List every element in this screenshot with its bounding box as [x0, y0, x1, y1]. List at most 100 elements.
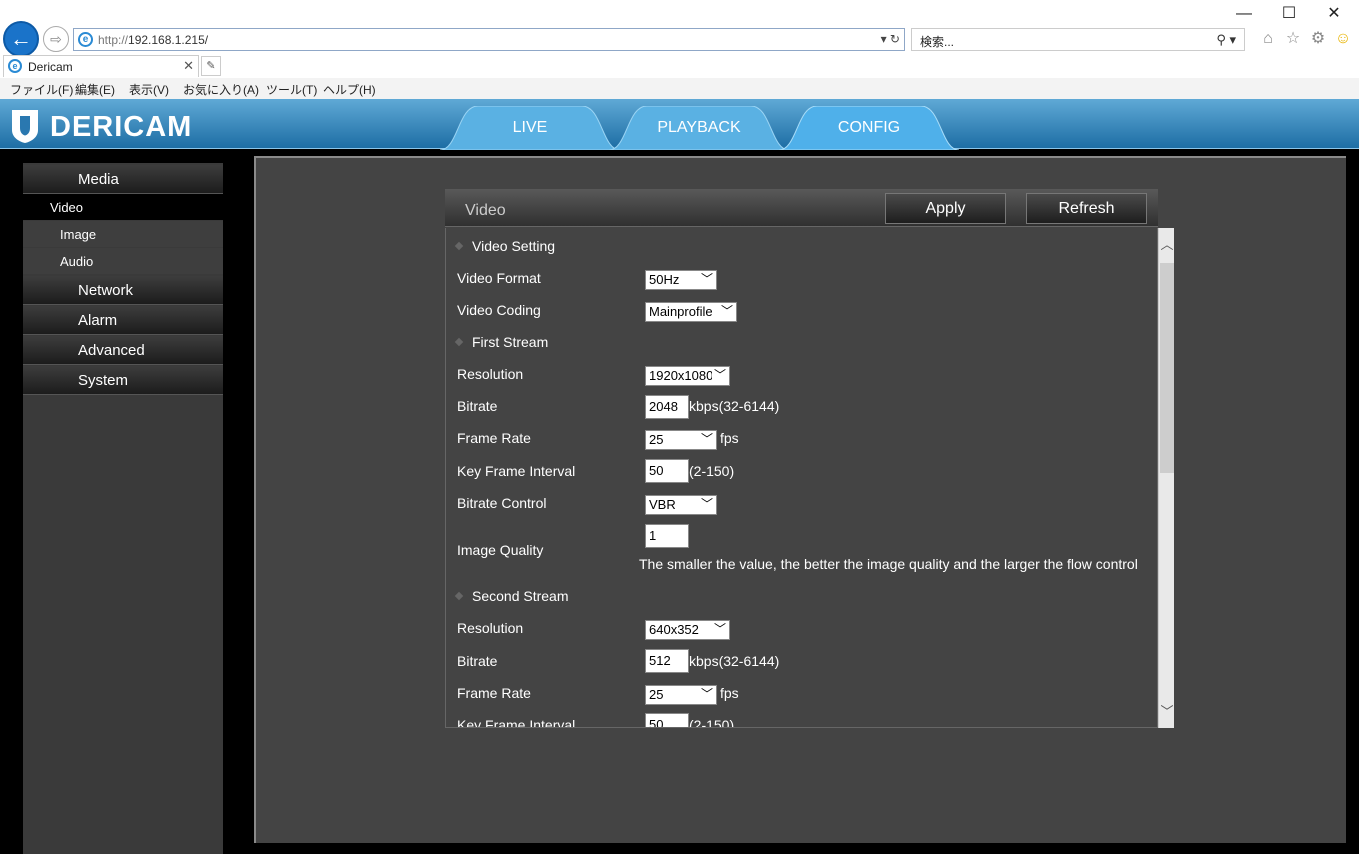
address-bar[interactable]: e http://192.168.1.215/ ▾ ↻ [73, 28, 905, 51]
second-framerate-select[interactable]: 25 ﹀ [645, 685, 717, 705]
tab-config[interactable]: CONFIG [779, 106, 959, 150]
sidebar-item-label: Advanced [78, 342, 145, 359]
arrow-left-icon: ← [10, 26, 32, 51]
second-keyframe-input[interactable]: 50 [645, 713, 689, 727]
field-label: Image Quality [457, 542, 544, 558]
sidebar-item-label: System [78, 372, 129, 389]
favorites-star-icon[interactable]: ☆ [1283, 29, 1303, 49]
field-unit: kbps(32-6144) [689, 398, 780, 414]
back-button[interactable]: ← [3, 21, 39, 57]
panel-title: Video [465, 202, 506, 219]
video-format-select[interactable]: 50Hz ﹀ [645, 270, 717, 290]
sidebar-item-advanced[interactable]: Advanced [23, 336, 223, 365]
new-tab-button[interactable]: ✎ [201, 56, 221, 76]
app-header: DERICAM LIVE PLAYBACK CONFIG [0, 99, 1359, 150]
bullet-icon [454, 591, 464, 601]
sidebar-item-media[interactable]: Media [23, 165, 223, 194]
config-main-area: Video Apply Refresh Video Setting Video … [254, 156, 1346, 843]
home-icon[interactable]: ⌂ [1258, 29, 1278, 49]
menu-view[interactable]: 表示(V) [129, 81, 169, 98]
first-keyframe-input[interactable]: 50 [645, 459, 689, 483]
search-input[interactable]: 検索... ⚲ ▾ [911, 28, 1245, 51]
first-resolution-select[interactable]: 1920x1080 ﹀ [645, 366, 730, 386]
tab-playback-label: PLAYBACK [657, 119, 741, 136]
image-quality-hint: The smaller the value, the better the im… [639, 556, 1138, 572]
field-unit: (2-150) [689, 463, 735, 479]
menu-file[interactable]: ファイル(F) [10, 81, 73, 98]
url-host: 192.168.1.215/ [128, 33, 209, 47]
sidebar-item-alarm[interactable]: Alarm [23, 306, 223, 335]
menu-tools[interactable]: ツール(T) [266, 81, 317, 98]
chevron-up-icon[interactable]: ︿ [1159, 234, 1175, 253]
field-label: Key Frame Interval [457, 463, 576, 479]
field-unit: kbps(32-6144) [689, 653, 780, 669]
field-label: Frame Rate [457, 430, 531, 446]
close-tab-icon[interactable]: ✕ [183, 58, 194, 74]
search-icon[interactable]: ⚲ ▾ [1216, 32, 1236, 48]
form-scrollbar[interactable]: ︿ ﹀ [1158, 228, 1174, 728]
dericam-logo-icon [12, 110, 38, 143]
second-resolution-select[interactable]: 640x352 ﹀ [645, 620, 730, 640]
field-unit: (2-150) [689, 717, 735, 728]
field-unit: fps [720, 685, 739, 701]
field-label: Frame Rate [457, 685, 531, 701]
logo-text: DERICAM [50, 111, 193, 143]
scrollbar-thumb[interactable] [1160, 263, 1174, 473]
field-label: Resolution [457, 366, 524, 382]
video-settings-form: Video Setting Video Format 50Hz ﹀ Video C… [445, 228, 1158, 728]
refresh-button[interactable]: Refresh [1026, 193, 1147, 224]
field-label: Bitrate [457, 653, 498, 669]
panel-header: Video Apply Refresh [445, 189, 1158, 227]
sidebar-item-network[interactable]: Network [23, 276, 223, 305]
chevron-down-icon: ﹀ [700, 497, 713, 511]
browser-tab[interactable]: e Dericam ✕ [3, 55, 199, 77]
sidebar-item-video[interactable]: Video [23, 194, 223, 220]
sidebar-item-system[interactable]: System [23, 366, 223, 395]
gear-icon[interactable]: ⚙ [1308, 29, 1328, 49]
select-value: 25 [649, 687, 664, 702]
select-value: 25 [649, 432, 664, 447]
maximize-button[interactable]: ☐ [1278, 4, 1300, 24]
first-framerate-select[interactable]: 25 ﹀ [645, 430, 717, 450]
field-label: Resolution [457, 620, 524, 636]
feedback-smiley-icon[interactable]: ☺ [1333, 29, 1353, 49]
menu-edit[interactable]: 編集(E) [75, 81, 115, 98]
bitrate-control-select[interactable]: VBR ﹀ [645, 495, 717, 515]
chevron-down-icon[interactable]: ﹀ [1159, 701, 1175, 720]
apply-button[interactable]: Apply [885, 193, 1006, 224]
tab-live[interactable]: LIVE [440, 106, 620, 150]
address-url: http://192.168.1.215/ [98, 33, 208, 47]
menu-bar: ファイル(F) 編集(E) 表示(V) お気に入り(A) ツール(T) ヘルプ(… [0, 78, 1359, 99]
sidebar-item-label: Audio [60, 254, 94, 269]
image-quality-input[interactable]: 1 [645, 524, 689, 548]
field-label: Bitrate Control [457, 495, 547, 511]
arrow-right-icon: ⇨ [50, 31, 62, 47]
chevron-down-icon: ﹀ [713, 622, 726, 636]
sidebar-item-label: Image [60, 227, 97, 242]
close-window-button[interactable]: ✕ [1323, 4, 1345, 24]
field-label: Video Coding [457, 302, 541, 318]
url-protocol: http:// [98, 33, 129, 47]
ie-icon: e [8, 59, 22, 73]
minimize-button[interactable]: — [1233, 4, 1255, 24]
sidebar-item-image[interactable]: Image [23, 221, 223, 247]
sidebar-item-label: Alarm [78, 312, 118, 329]
menu-favorites[interactable]: お気に入り(A) [183, 81, 259, 98]
forward-button[interactable]: ⇨ [43, 26, 69, 52]
video-coding-select[interactable]: Mainprofile ﹀ [645, 302, 737, 322]
chevron-down-icon: ﹀ [700, 687, 713, 701]
menu-help[interactable]: ヘルプ(H) [323, 81, 376, 98]
field-label: Video Format [457, 270, 541, 286]
tab-title: Dericam [28, 60, 73, 74]
field-label: Key Frame Interval [457, 717, 576, 728]
sidebar-item-audio[interactable]: Audio [23, 248, 223, 274]
second-bitrate-input[interactable]: 512 [645, 649, 689, 673]
bullet-icon [454, 337, 464, 347]
tab-playback[interactable]: PLAYBACK [609, 106, 789, 150]
field-label: Bitrate [457, 398, 498, 414]
field-unit: fps [720, 430, 739, 446]
refresh-icon[interactable]: ▾ ↻ [881, 32, 900, 46]
first-bitrate-input[interactable]: 2048 [645, 395, 689, 419]
tab-live-label: LIVE [512, 119, 548, 136]
config-sidebar: Media Video Image Audio Network Alarm Ad… [23, 163, 223, 854]
